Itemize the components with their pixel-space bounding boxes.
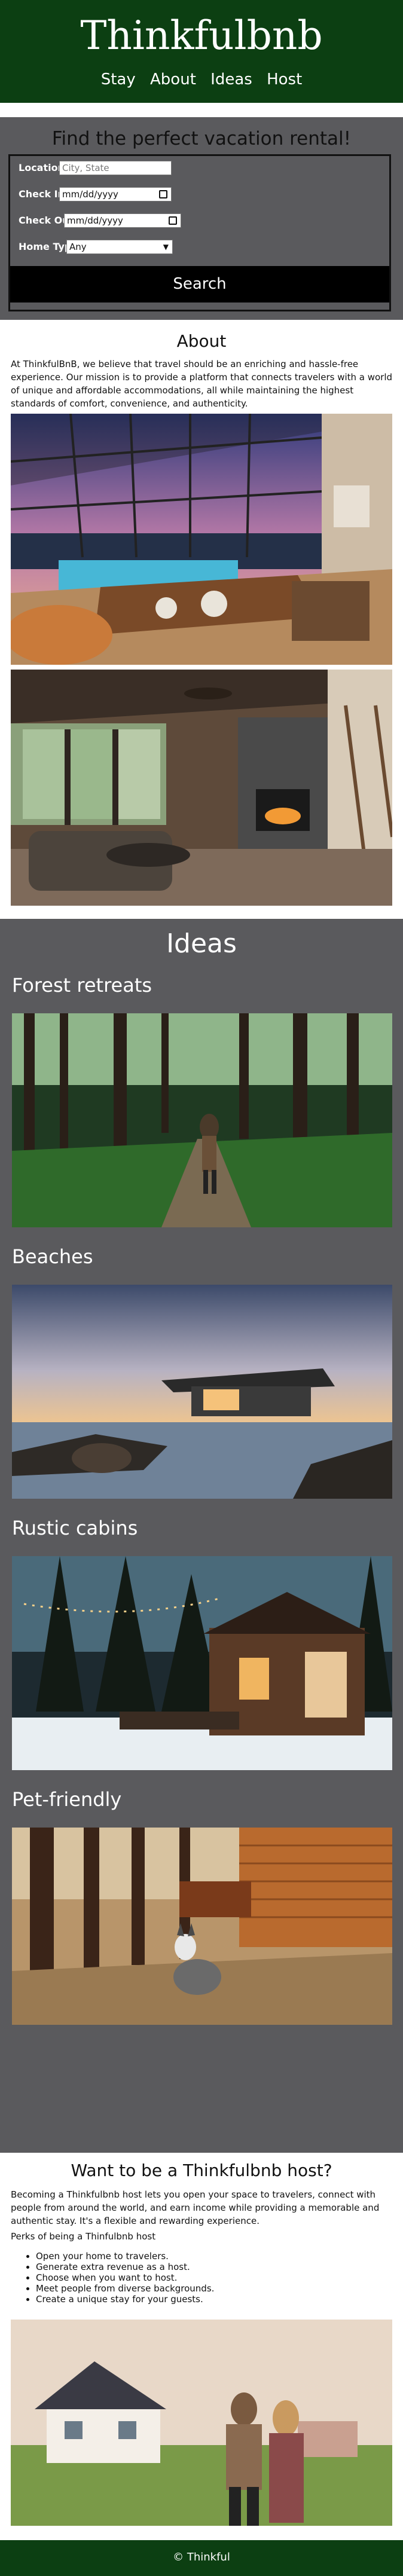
nav-item-host[interactable]: Host xyxy=(267,71,302,88)
calendar-icon[interactable] xyxy=(169,216,177,225)
list-item: Meet people from diverse backgrounds. xyxy=(36,2283,395,2294)
search-title: Find the perfect vacation rental! xyxy=(51,128,352,149)
home-type-select[interactable]: Any ▼ xyxy=(66,240,173,254)
host-paragraph: Becoming a Thinkfulbnb host lets you ope… xyxy=(11,2188,393,2243)
perks-list: Open your home to travelers. Generate ex… xyxy=(36,2251,395,2305)
beach-house-image xyxy=(12,1285,392,1499)
pet-friendly-image xyxy=(12,1828,392,2025)
host-intro-text: Becoming a Thinkfulbnb host lets you ope… xyxy=(11,2189,380,2226)
pool-patio-image xyxy=(11,414,392,665)
list-item: Choose when you want to host. xyxy=(36,2272,395,2283)
site-header: Thinkfulbnb Stay About Ideas Host xyxy=(0,0,403,103)
idea-label-pet-friendly: Pet-friendly xyxy=(12,1788,122,1811)
idea-label-beaches: Beaches xyxy=(12,1245,93,1268)
rustic-cabin-image xyxy=(12,1556,392,1770)
search-button[interactable]: Search xyxy=(10,266,389,302)
host-title: Want to be a Thinkfulbnb host? xyxy=(71,2161,332,2180)
host-couple-image xyxy=(11,2320,392,2526)
ideas-title: Ideas xyxy=(166,928,237,959)
site-title: Thinkfulbnb xyxy=(80,13,323,59)
home-type-value: Any xyxy=(69,242,87,252)
cabin-living-room-image xyxy=(11,670,392,906)
nav-item-ideas[interactable]: Ideas xyxy=(210,71,252,88)
list-item: Open your home to travelers. xyxy=(36,2251,395,2262)
about-title: About xyxy=(176,331,227,351)
search-section: Find the perfect vacation rental! Locati… xyxy=(0,117,403,320)
about-paragraph: At ThinkfulBnB, we believe that travel s… xyxy=(11,359,393,409)
calendar-icon[interactable] xyxy=(159,190,167,198)
search-form: Location: City, State Check In: mm/dd/yy… xyxy=(8,154,391,311)
nav-item-stay[interactable]: Stay xyxy=(101,71,136,88)
forest-retreat-image xyxy=(12,1013,392,1227)
checkin-value: mm/dd/yyyy xyxy=(62,189,118,200)
list-item: Create a unique stay for your guests. xyxy=(36,2294,395,2305)
checkout-input[interactable]: mm/dd/yyyy xyxy=(64,213,181,228)
idea-label-rustic-cabins: Rustic cabins xyxy=(12,1517,138,1539)
ideas-section: Ideas Forest retreats Beaches Rustic cab… xyxy=(0,919,403,2153)
site-footer: © Thinkful xyxy=(0,2540,403,2576)
location-input[interactable]: City, State xyxy=(59,161,172,175)
nav-item-about[interactable]: About xyxy=(150,71,196,88)
checkout-value: mm/dd/yyyy xyxy=(67,215,123,226)
list-item: Generate extra revenue as a host. xyxy=(36,2262,395,2272)
checkin-input[interactable]: mm/dd/yyyy xyxy=(59,187,172,201)
perks-title: Perks of being a Thinfulbnb host xyxy=(11,2231,156,2242)
footer-copyright: © Thinkful xyxy=(173,2551,230,2563)
idea-label-forest: Forest retreats xyxy=(12,974,152,997)
chevron-down-icon: ▼ xyxy=(163,243,169,251)
main-nav: Stay About Ideas Host xyxy=(0,71,403,88)
